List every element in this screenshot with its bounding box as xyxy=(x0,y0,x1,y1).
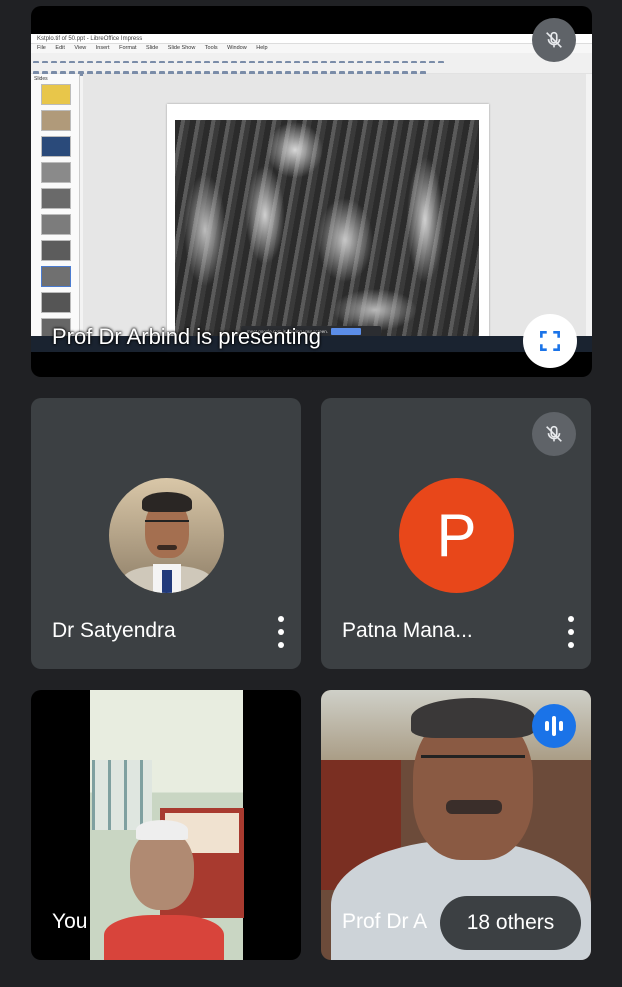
slides-panel-label: Slides xyxy=(34,76,48,82)
stop-sharing-button xyxy=(331,328,361,335)
menu-item: Insert xyxy=(95,45,110,51)
shared-screen: Kstplo.tif of 50.ppt - LibreOffice Impre… xyxy=(31,34,592,352)
menu-item: Help xyxy=(256,45,268,51)
slide-thumbnail xyxy=(41,162,71,183)
presenter-label: Prof Dr Arbind is presenting xyxy=(52,324,322,349)
menu-item: Edit xyxy=(55,45,65,51)
slide-thumbnail xyxy=(41,188,71,209)
menu-item: Slide Show xyxy=(167,45,196,51)
mic-off-icon xyxy=(546,31,562,48)
slide-thumbnail xyxy=(41,240,71,261)
slide-thumbnail xyxy=(41,136,71,157)
avatar: P xyxy=(399,478,514,593)
self-video xyxy=(90,690,244,960)
avatar xyxy=(109,478,224,593)
menu-item: Window xyxy=(227,45,247,51)
menu-item: File xyxy=(37,45,46,51)
menu-bar: File Edit View Insert Format Slide Slide… xyxy=(31,44,592,53)
toolbar xyxy=(31,63,592,76)
slides-panel: Slides xyxy=(31,74,80,346)
mic-off-icon xyxy=(546,425,562,442)
slide-thumbnail xyxy=(41,292,71,313)
slide-thumbnail xyxy=(41,84,71,105)
participant-name: Prof Dr A xyxy=(342,910,428,933)
participant-name: Patna Mana... xyxy=(342,619,473,642)
current-slide xyxy=(167,104,489,350)
slide-thumbnail xyxy=(41,110,71,131)
micrograph-image xyxy=(175,120,479,338)
self-video-tile[interactable]: You xyxy=(31,690,301,960)
mic-off-icon xyxy=(532,412,576,456)
slide-canvas xyxy=(83,74,586,350)
menu-item: Slide xyxy=(146,45,159,51)
presentation-tile[interactable]: Kstplo.tif of 50.ppt - LibreOffice Impre… xyxy=(31,6,592,377)
fullscreen-button[interactable] xyxy=(523,314,577,368)
slide-thumbnail xyxy=(41,214,71,235)
mic-off-icon xyxy=(532,18,576,62)
more-options-icon[interactable] xyxy=(565,616,577,648)
fullscreen-icon xyxy=(540,331,560,351)
menu-item: Format xyxy=(119,45,137,51)
menu-item: Tools xyxy=(204,45,218,51)
participant-name: You xyxy=(52,910,88,933)
menu-item: View xyxy=(74,45,87,51)
more-options-icon[interactable] xyxy=(275,616,287,648)
slide-thumbnail xyxy=(41,266,71,287)
speaking-icon xyxy=(532,704,576,748)
participant-tile[interactable]: P Patna Mana... xyxy=(321,398,591,669)
participant-name: Dr Satyendra xyxy=(52,619,176,642)
others-button[interactable]: 18 others xyxy=(440,896,581,950)
participant-tile[interactable]: Dr Satyendra xyxy=(31,398,301,669)
window-title: Kstplo.tif of 50.ppt - LibreOffice Impre… xyxy=(31,34,592,44)
